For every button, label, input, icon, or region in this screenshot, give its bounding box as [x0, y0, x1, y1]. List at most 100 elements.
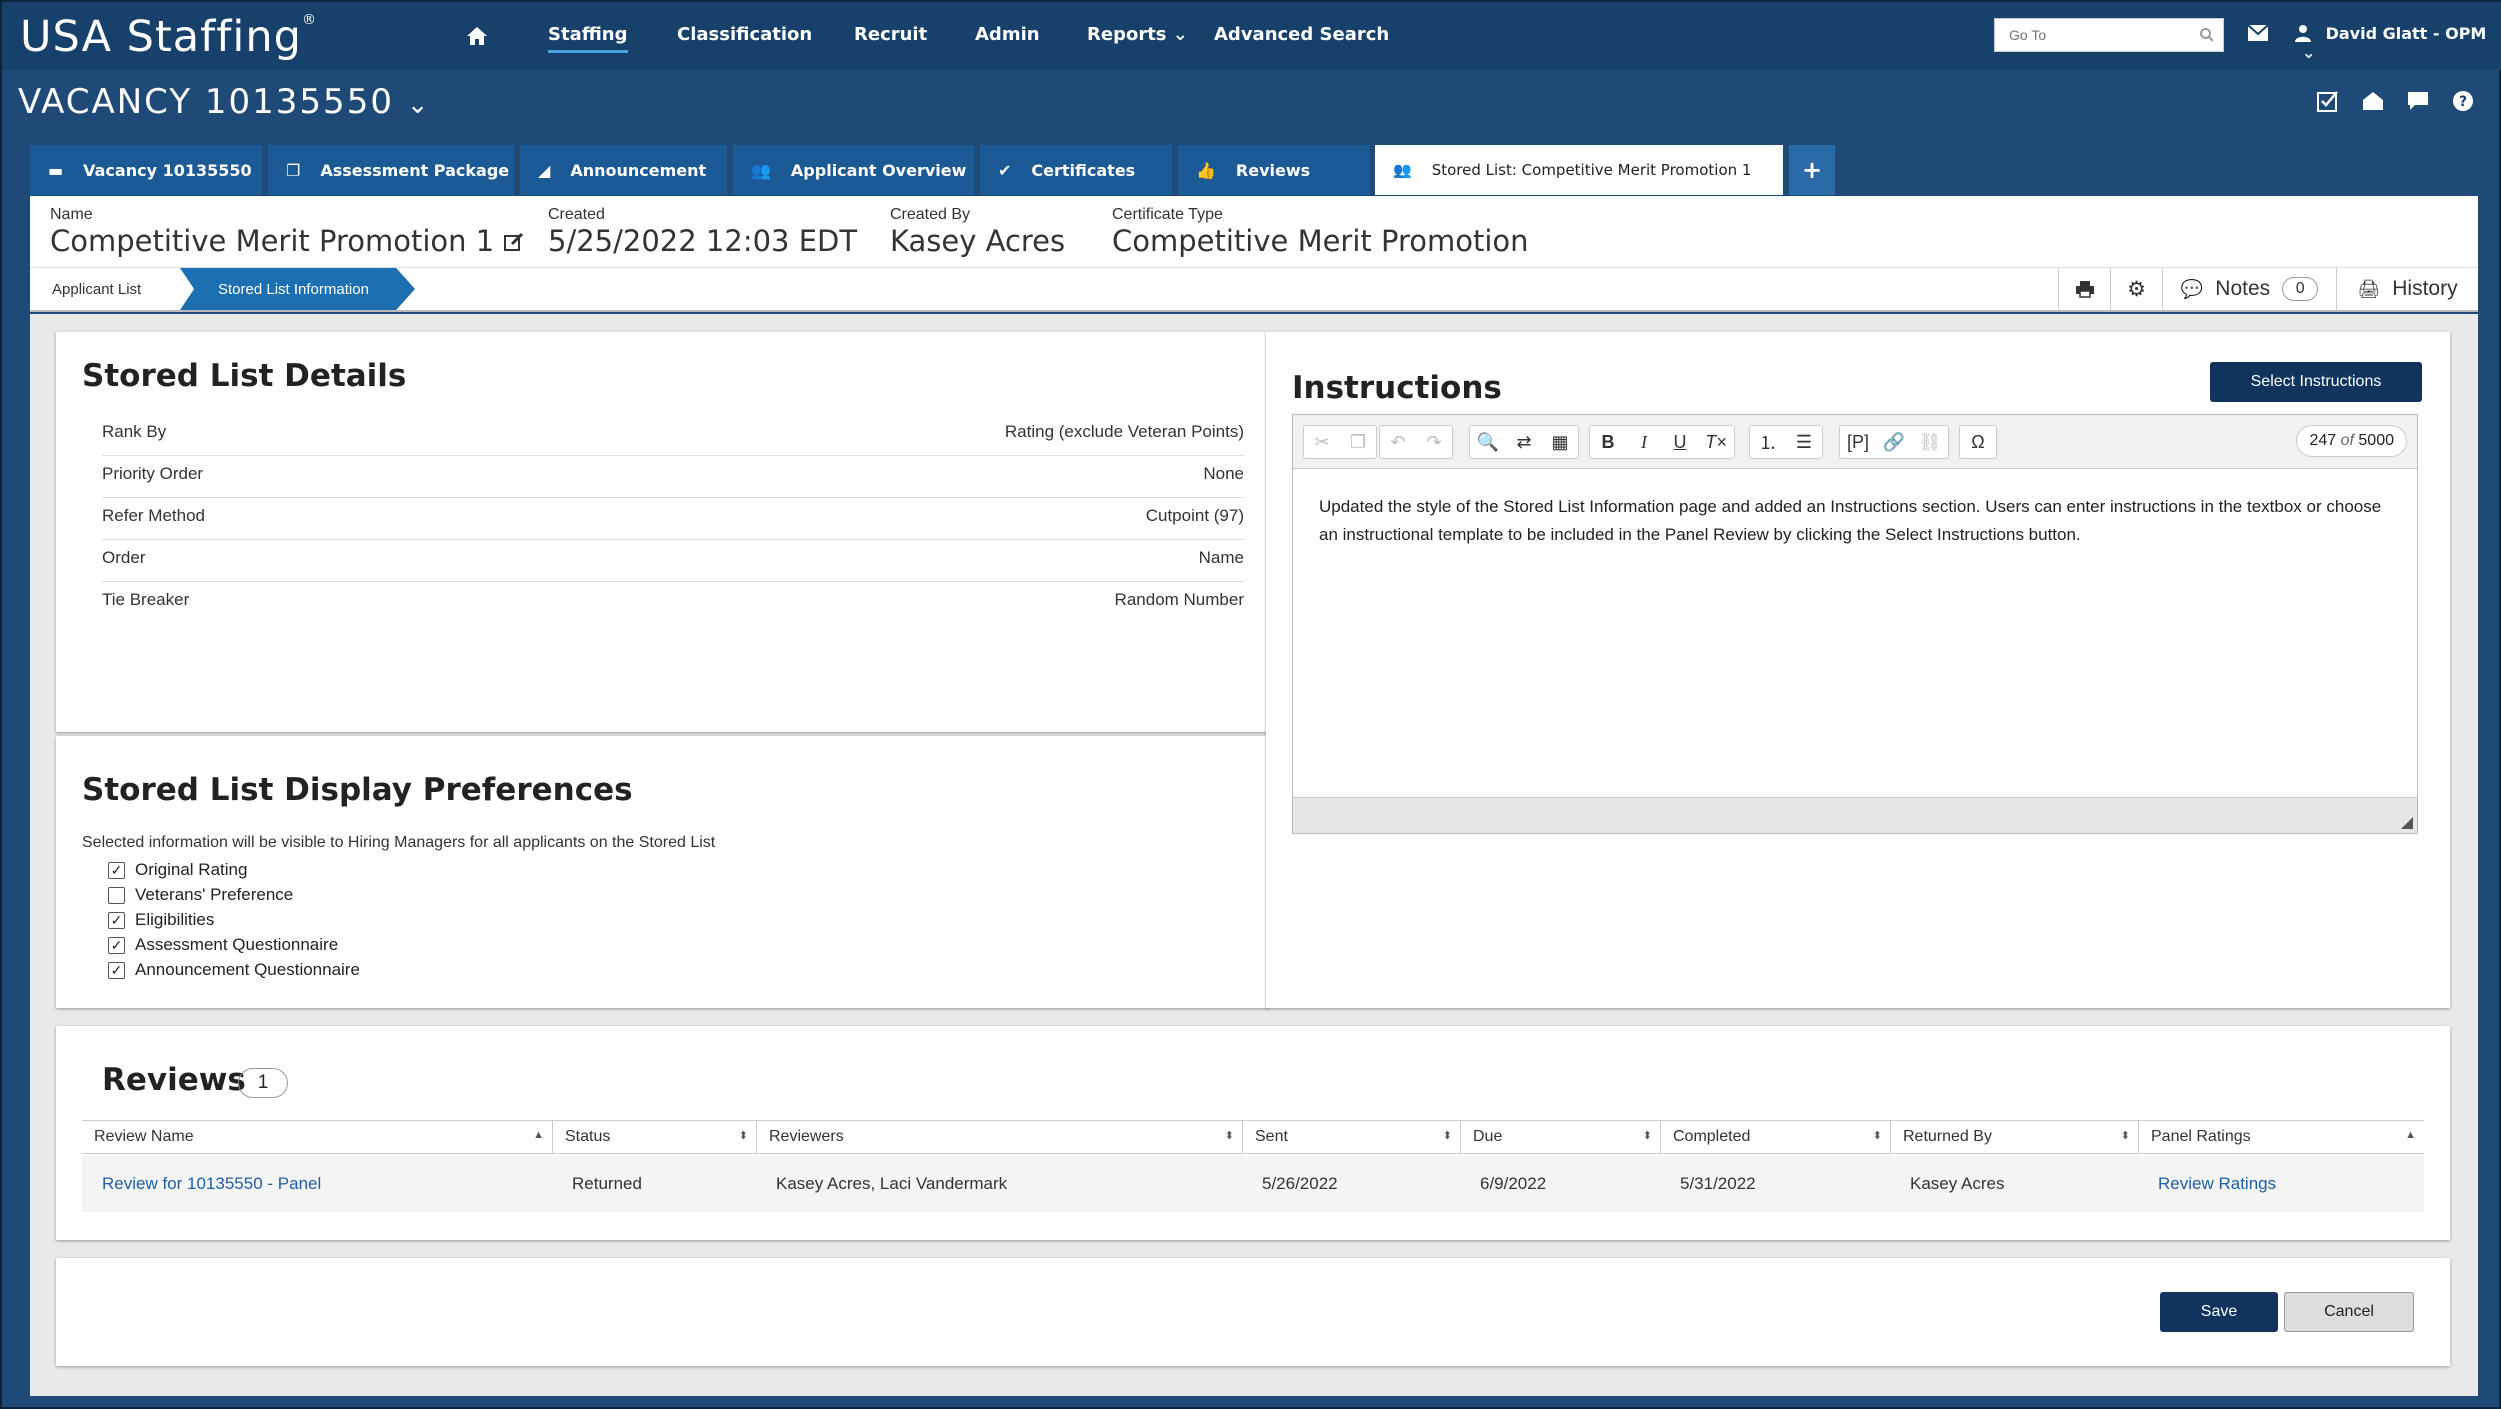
brand-logo[interactable]: USA Staffing® [20, 12, 317, 62]
home-icon[interactable] [465, 24, 489, 48]
chevron-down-icon: ⌄ [406, 90, 431, 120]
bullet-list-icon[interactable]: ☰ [1792, 432, 1816, 453]
mail-icon[interactable] [2247, 24, 2269, 42]
col-review-name[interactable]: Review Name ▲ [82, 1121, 552, 1153]
created-by-value: Kasey Acres [890, 224, 1066, 258]
details-title: Stored List Details [82, 358, 407, 394]
table-row: Review for 10135550 - Panel Returned Kas… [82, 1156, 2424, 1212]
col-reviewers[interactable]: Reviewers ⬍ [756, 1121, 1242, 1153]
sort-icon: ⬍ [1224, 1130, 1234, 1142]
reviews-count-badge: 1 [238, 1068, 288, 1098]
tab-stored-list[interactable]: 👥 Stored List: Competitive Merit Promotio… [1375, 145, 1783, 195]
history-button[interactable]: 🖨 History [2336, 268, 2478, 310]
col-panel-ratings[interactable]: Panel Ratings ▲ [2138, 1121, 2424, 1153]
select-all-icon[interactable]: ▦ [1548, 432, 1572, 453]
inbox-icon[interactable] [2360, 88, 2386, 114]
col-sent[interactable]: Sent ⬍ [1242, 1121, 1460, 1153]
check-circle-icon: ✔ [998, 160, 1012, 180]
users-icon: 👥 [751, 160, 771, 180]
editor-footer [1293, 797, 2417, 833]
nav-reports[interactable]: Reports ⌄ [1087, 24, 1188, 45]
pref-original-rating[interactable]: ✓ Original Rating [108, 860, 247, 880]
checkbox[interactable] [108, 886, 125, 904]
paragraph-icon[interactable]: [P] [1846, 432, 1870, 453]
review-ratings-link[interactable]: Review Ratings [2158, 1174, 2276, 1194]
col-completed[interactable]: Completed ⬍ [1660, 1121, 1890, 1153]
pref-announcement-questionnaire[interactable]: ✓ Announcement Questionnaire [108, 960, 360, 980]
copy-icon[interactable]: ❐ [1346, 432, 1370, 453]
gear-icon: ⚙ [2127, 277, 2146, 301]
tab-reviews[interactable]: 👍 Reviews [1178, 145, 1370, 195]
help-icon[interactable]: ? [2450, 88, 2476, 114]
breadcrumb-stored-list-information[interactable]: Stored List Information [180, 268, 415, 310]
nav-recruit[interactable]: Recruit [854, 24, 927, 45]
certificate-type-value: Competitive Merit Promotion [1112, 224, 1529, 258]
special-character-icon[interactable]: Ω [1966, 432, 1990, 453]
replace-icon[interactable]: ⇄ [1512, 432, 1536, 453]
vacancy-title[interactable]: VACANCY 10135550 ⌄ [18, 82, 431, 122]
unlink-icon[interactable]: ⛓ [1918, 432, 1942, 453]
settings-button[interactable]: ⚙ [2110, 268, 2162, 310]
instructions-textarea[interactable]: Updated the style of the Stored List Inf… [1319, 493, 2399, 549]
thumbs-up-icon: 👍 [1196, 160, 1216, 180]
checkbox[interactable]: ✓ [108, 936, 125, 954]
checkbox[interactable]: ✓ [108, 861, 125, 879]
checkbox[interactable]: ✓ [108, 911, 125, 929]
tab-applicant-overview[interactable]: 👥 Applicant Overview [733, 145, 974, 195]
resize-handle-icon[interactable] [2401, 817, 2413, 829]
redo-icon[interactable]: ↷ [1422, 432, 1446, 453]
top-nav: USA Staffing® Staffing Classification Re… [2, 2, 2501, 70]
col-status[interactable]: Status ⬍ [552, 1121, 756, 1153]
bold-icon[interactable]: B [1596, 432, 1620, 453]
sort-asc-icon: ▲ [2405, 1129, 2416, 1141]
edit-icon[interactable] [503, 231, 525, 253]
print-button[interactable] [2058, 268, 2110, 310]
nav-classification[interactable]: Classification [677, 24, 812, 45]
editor-toolbar: ✂ ❐ ↶ ↷ 🔍 ⇄ ▦ B I U T× ⒈ ☰ [P] 🔗 ⛓ Ω 247… [1293, 415, 2417, 469]
tab-certificates[interactable]: ✔ Certificates [980, 145, 1172, 195]
search-icon[interactable] [2199, 27, 2215, 43]
toolbar-group-clipboard: ✂ ❐ [1303, 425, 1377, 459]
stored-list-info-bar: Name Competitive Merit Promotion 1 Creat… [30, 196, 2478, 268]
cut-icon[interactable]: ✂ [1310, 432, 1334, 453]
sort-icon: ⬍ [1872, 1130, 1882, 1142]
add-tab-button[interactable]: + [1789, 145, 1835, 195]
tab-vacancy[interactable]: ▬ Vacancy 10135550 [30, 145, 262, 195]
cancel-button[interactable]: Cancel [2284, 1292, 2414, 1332]
toolbar-group-lists: ⒈ ☰ [1749, 425, 1823, 459]
tab-assessment-package[interactable]: ❐ Assessment Package [268, 145, 514, 195]
checklist-icon[interactable] [2315, 88, 2341, 114]
clear-format-icon[interactable]: T× [1704, 432, 1728, 453]
pref-eligibilities[interactable]: ✓ Eligibilities [108, 910, 214, 930]
pref-veterans-preference[interactable]: Veterans' Preference [108, 885, 293, 905]
underline-icon[interactable]: U [1668, 432, 1692, 453]
character-counter: 247 of 5000 [2296, 425, 2407, 457]
user-menu[interactable]: David Glatt - OPM ⌄ [2294, 24, 2501, 62]
notes-button[interactable]: 💬 Notes 0 [2162, 268, 2336, 310]
display-preferences-card: Stored List Display Preferences Selected… [56, 736, 1268, 1008]
checkbox[interactable]: ✓ [108, 961, 125, 979]
nav-staffing[interactable]: Staffing [548, 24, 628, 53]
review-returned-by: Kasey Acres [1910, 1174, 2005, 1193]
chat-icon[interactable] [2405, 88, 2431, 114]
breadcrumb-applicant-list[interactable]: Applicant List [30, 268, 190, 310]
find-icon[interactable]: 🔍 [1476, 432, 1500, 453]
tab-announcement[interactable]: ◢ Announcement [520, 145, 727, 195]
select-instructions-button[interactable]: Select Instructions [2210, 362, 2422, 402]
nav-advanced-search[interactable]: Advanced Search [1214, 24, 1389, 45]
col-returned-by[interactable]: Returned By ⬍ [1890, 1121, 2138, 1153]
goto-input[interactable] [1995, 19, 2185, 51]
stored-list-details-card: Stored List Details Rank By Rating (exclu… [56, 332, 1268, 732]
col-due[interactable]: Due ⬍ [1460, 1121, 1660, 1153]
chevron-down-icon: ⌄ [1172, 24, 1188, 45]
italic-icon[interactable]: I [1632, 432, 1656, 453]
toolbar-group-find: 🔍 ⇄ ▦ [1469, 425, 1579, 459]
save-button[interactable]: Save [2160, 1292, 2278, 1332]
numbered-list-icon[interactable]: ⒈ [1756, 429, 1780, 455]
review-name-link[interactable]: Review for 10135550 - Panel [102, 1174, 321, 1194]
pref-assessment-questionnaire[interactable]: ✓ Assessment Questionnaire [108, 935, 338, 955]
link-icon[interactable]: 🔗 [1882, 432, 1906, 453]
name-label: Name [50, 206, 93, 223]
undo-icon[interactable]: ↶ [1386, 432, 1410, 453]
nav-admin[interactable]: Admin [975, 24, 1040, 45]
